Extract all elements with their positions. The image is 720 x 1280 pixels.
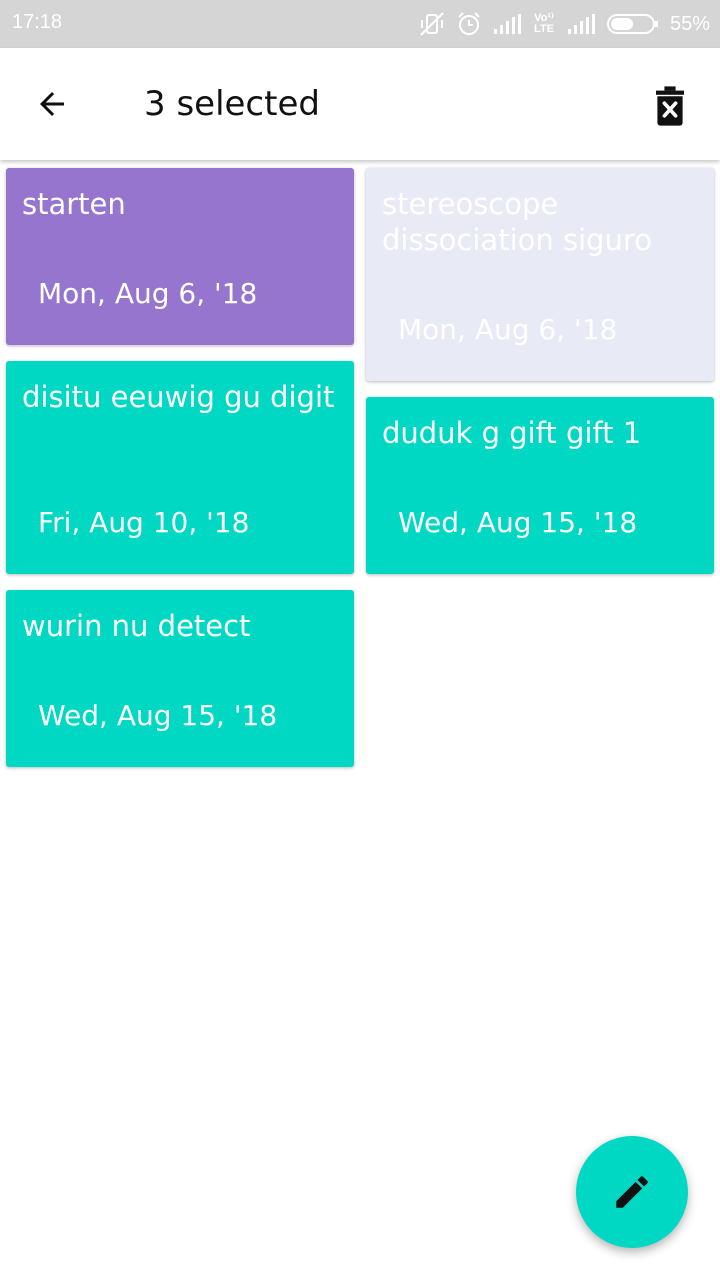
note-date: Wed, Aug 15, '18: [38, 699, 278, 732]
note-card[interactable]: wurin nu detect Wed, Aug 15, '18: [6, 590, 354, 767]
volte-icon: Vo¹⁾LTE: [533, 12, 554, 35]
note-date: Mon, Aug 6, '18: [38, 277, 258, 310]
delete-button[interactable]: [642, 78, 698, 134]
edit-pencil-icon: [616, 1176, 648, 1208]
signal-icon: [566, 13, 596, 35]
vibrate-off-icon: [418, 10, 446, 38]
note-card[interactable]: disitu eeuwig gu digit Fri, Aug 10, '18: [6, 361, 354, 574]
arrow-back-icon: [40, 92, 64, 116]
status-icons: Vo¹⁾LTE 55%: [418, 8, 710, 40]
back-button[interactable]: [24, 76, 80, 132]
app-bar: 3 selected: [0, 48, 720, 160]
battery-icon: [606, 12, 660, 36]
alarm-icon: [456, 11, 482, 37]
note-card[interactable]: duduk g gift gift 1 Wed, Aug 15, '18: [366, 397, 714, 574]
note-date: Mon, Aug 6, '18: [398, 313, 618, 346]
note-title: starten: [22, 187, 126, 221]
note-title: duduk g gift gift 1: [382, 416, 642, 450]
note-title: disitu eeuwig gu digit: [22, 380, 335, 414]
note-title: wurin nu detect: [22, 609, 251, 643]
battery-percent: 55%: [669, 12, 710, 35]
selection-count-title: 3 selected: [144, 84, 320, 124]
new-note-fab[interactable]: [576, 1136, 688, 1248]
note-date: Fri, Aug 10, '18: [38, 506, 250, 539]
note-date: Wed, Aug 15, '18: [398, 506, 638, 539]
note-title: stereoscope dissociation siguro: [382, 187, 652, 257]
status-bar: 17:18 Vo¹⁾LTE 55%: [0, 0, 720, 48]
signal-icon: [492, 13, 522, 35]
note-card[interactable]: starten Mon, Aug 6, '18: [6, 168, 354, 345]
note-card[interactable]: stereoscope dissociation siguro Mon, Aug…: [366, 168, 714, 381]
status-time: 17:18: [12, 11, 63, 33]
delete-icon: [656, 86, 684, 126]
